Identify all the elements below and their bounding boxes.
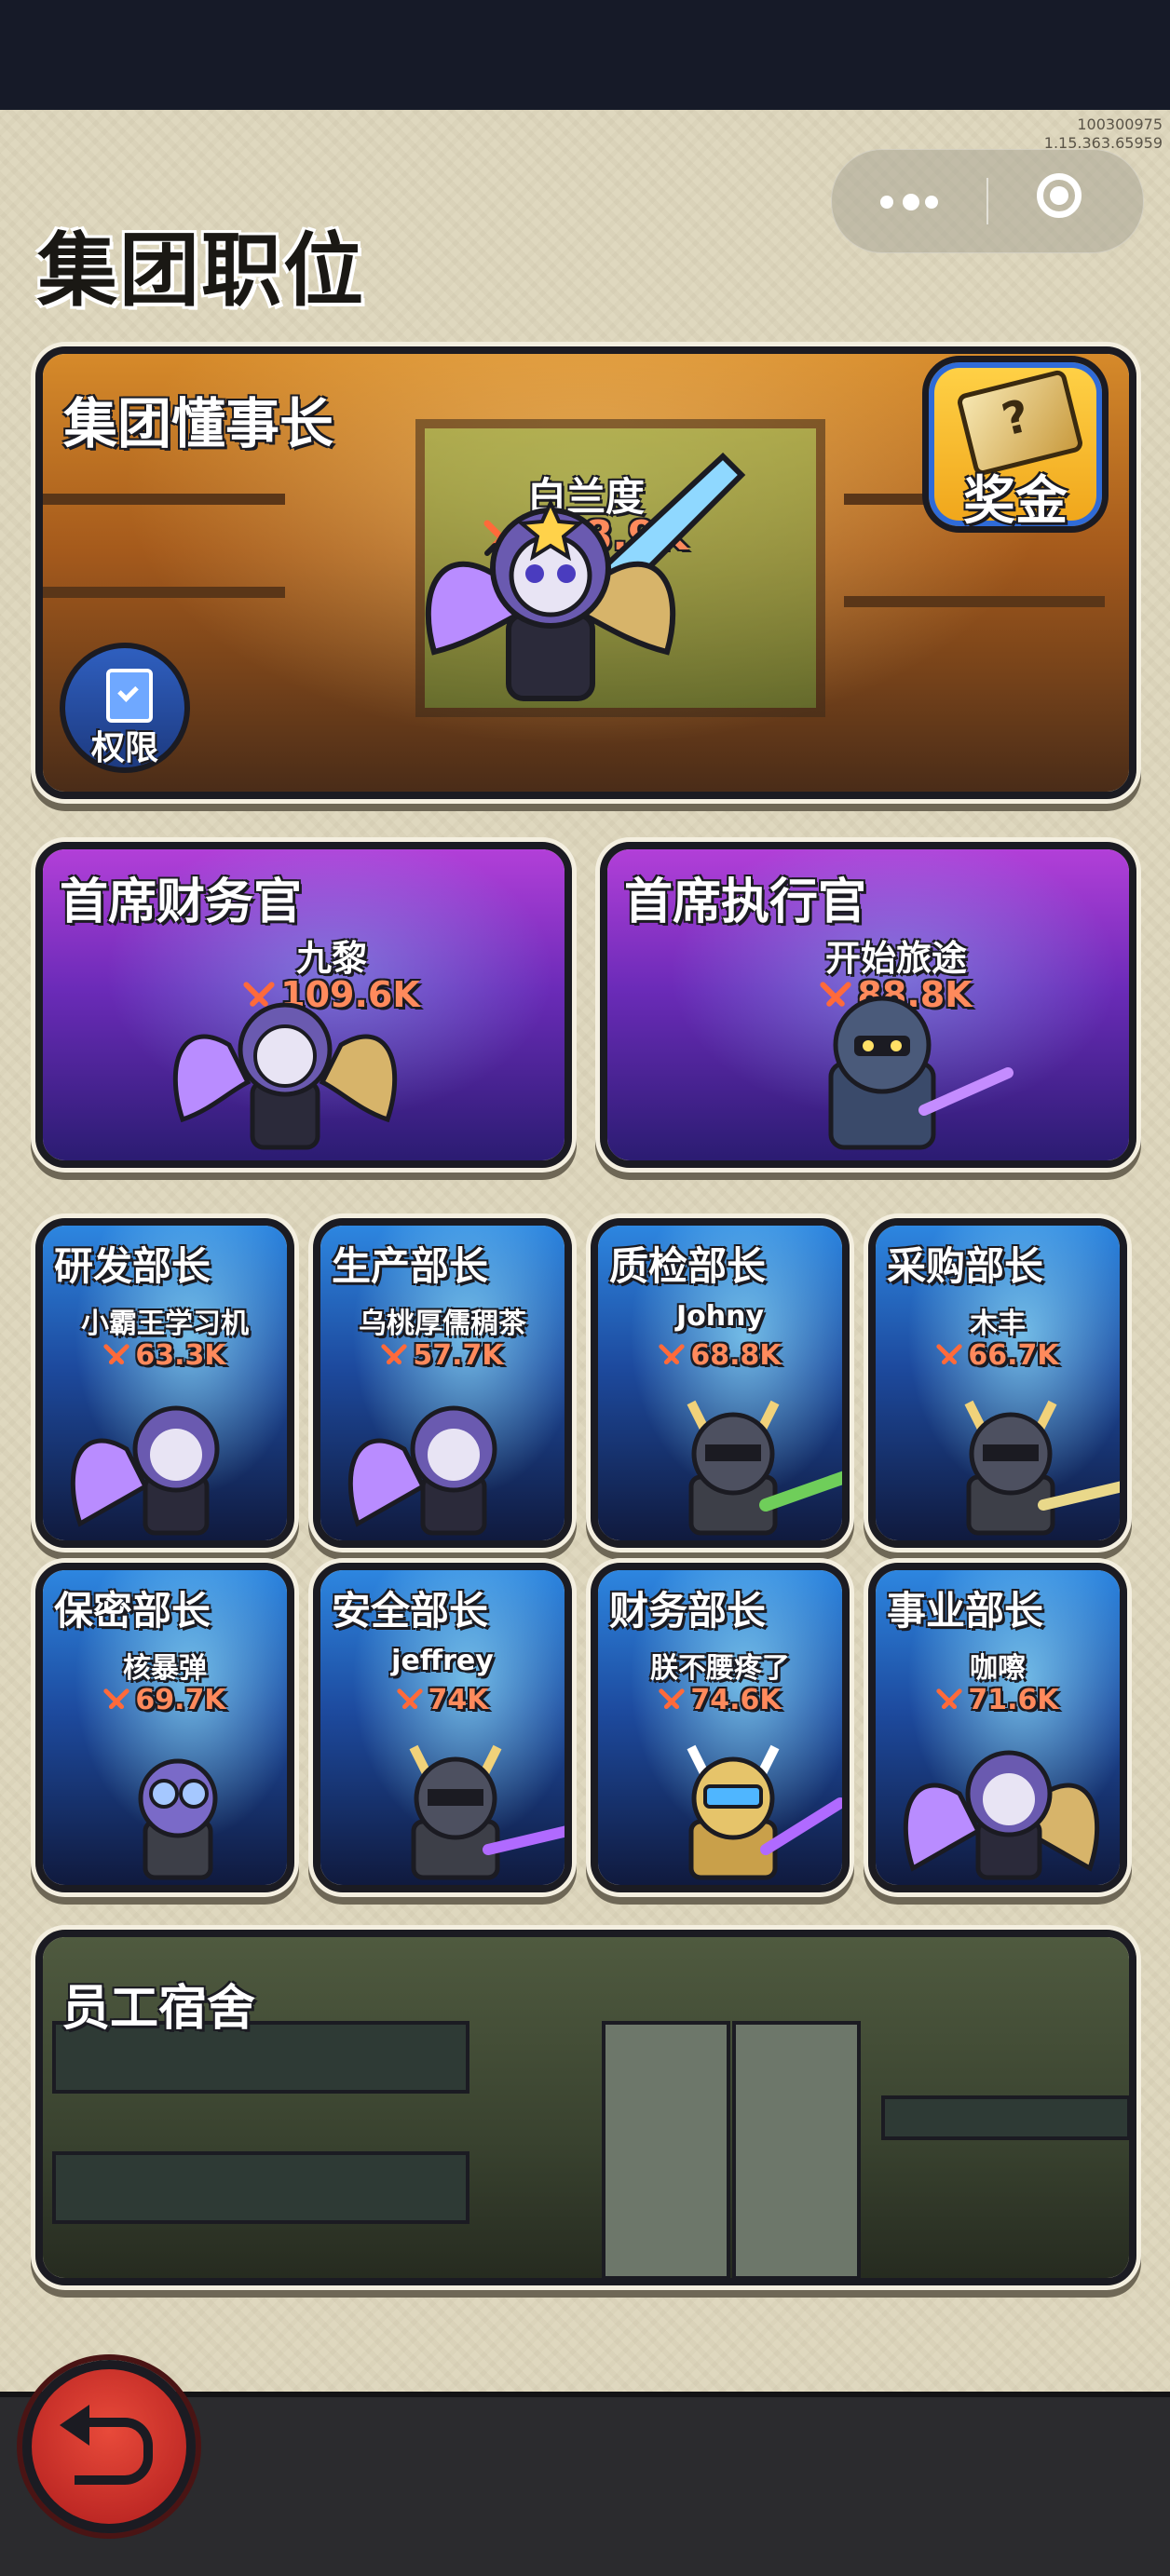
position-card-finance[interactable]: 财务部长 朕不腰疼了 74.6K [591,1563,850,1892]
crossed-swords-icon [936,1688,963,1709]
bonus-button[interactable]: ? 奖金 [922,356,1109,533]
player-name: 乌桃厚儒稠茶 [359,1308,526,1340]
bonus-label: 奖金 [963,471,1068,532]
crossed-swords-icon [659,1688,686,1709]
position-title: 财务部长 [609,1588,767,1634]
player-name: 咖嚓 [970,1652,1026,1685]
player-power: 66.7K [876,1339,1120,1372]
winged-hero-avatar [172,1002,398,1150]
player-name: 木丰 [970,1308,1026,1340]
golden-knight-avatar [687,1744,842,1880]
permission-button[interactable]: 权限 [60,643,190,773]
horned-knight-avatar [964,1400,1120,1536]
position-card-safety[interactable]: 安全部长 jeffrey 74K [313,1563,572,1892]
horned-knight-avatar [409,1744,565,1880]
player-power: 74K [320,1684,565,1716]
clipboard-check-icon [106,669,153,723]
power-value: 68.8K [690,1339,782,1372]
dorm-card[interactable]: 员工宿舍 [35,1930,1136,2285]
player-name: 朕不腰疼了 [650,1652,790,1685]
crossed-swords-icon [659,1343,686,1364]
winged-hero-avatar [425,452,746,701]
position-title: 质检部长 [609,1243,767,1289]
armored-hero-avatar [828,996,1014,1150]
position-card-production[interactable]: 生产部长 乌桃厚儒稠茶 57.7K [313,1218,572,1548]
crossed-swords-icon [396,1688,423,1709]
position-title: 集团懂事长 [63,392,334,455]
goggle-hero-avatar [138,1758,218,1880]
back-arrow-head [60,2405,89,2446]
target-close-icon[interactable] [988,150,1143,252]
miniprogram-capsule [831,149,1144,253]
shelf [844,596,1105,607]
position-title: 首席财务官 [60,874,303,930]
position-title: 安全部长 [332,1588,489,1634]
position-card-cfo[interactable]: 首席财务官 九黎 109.6K [35,842,572,1168]
power-value: 74.6K [690,1684,782,1716]
desk [881,2095,1129,2140]
player-name: 小霸王学习机 [81,1308,249,1340]
position-card-qa[interactable]: 质检部长 Johny 68.8K [591,1218,850,1548]
horned-knight-avatar [687,1400,842,1536]
permission-label: 权限 [90,729,158,767]
player-power: 68.8K [598,1339,842,1372]
status-bar [0,0,1170,110]
power-value: 74K [428,1684,489,1716]
player-power: 69.7K [43,1684,287,1716]
position-title: 生产部长 [332,1243,489,1289]
position-title: 采购部长 [887,1243,1044,1289]
power-value: 69.7K [135,1684,226,1716]
player-name: 核暴弹 [123,1652,207,1685]
player-power: 71.6K [876,1684,1120,1716]
shelf [43,587,285,598]
power-value: 63.3K [135,1339,226,1372]
page-title: 集团职位 [37,224,365,318]
player-name: jeffrey [391,1645,494,1677]
player-power: 74.6K [598,1684,842,1716]
build-id: 100300975 [1077,115,1163,133]
crossed-swords-icon [936,1343,963,1364]
locker [602,2021,730,2278]
power-value: 57.7K [413,1339,504,1372]
winged-hero-avatar [70,1405,220,1536]
position-title: 保密部长 [54,1588,211,1634]
player-power: 63.3K [43,1339,287,1372]
crossed-swords-icon [103,1343,130,1364]
build-info: 100300975 1.15.363.65959 [1044,115,1163,153]
position-title: 首席执行官 [624,874,867,930]
dorm-title: 员工宿舍 [61,1981,256,2037]
bunk-bed [52,2151,469,2224]
locker [732,2021,861,2278]
position-card-purchasing[interactable]: 采购部长 木丰 66.7K [868,1218,1127,1548]
position-card-rnd[interactable]: 研发部长 小霸王学习机 63.3K [35,1218,294,1548]
crossed-swords-icon [103,1688,130,1709]
back-button[interactable] [22,2360,196,2533]
power-value: 66.7K [968,1339,1059,1372]
winged-hero-avatar [903,1750,1100,1880]
more-dots-icon[interactable] [832,150,986,252]
position-card-secrecy[interactable]: 保密部长 核暴弹 69.7K [35,1563,294,1892]
position-card-ceo[interactable]: 首席执行官 开始旅途 88.8K [600,842,1136,1168]
power-value: 71.6K [968,1684,1059,1716]
position-title: 研发部长 [54,1243,211,1289]
player-power: 57.7K [320,1339,565,1372]
winged-hero-avatar [347,1405,497,1536]
player-name: Johny [675,1300,765,1333]
position-card-business[interactable]: 事业部长 咖嚓 71.6K [868,1563,1127,1892]
crossed-swords-icon [381,1343,408,1364]
position-title: 事业部长 [887,1588,1044,1634]
